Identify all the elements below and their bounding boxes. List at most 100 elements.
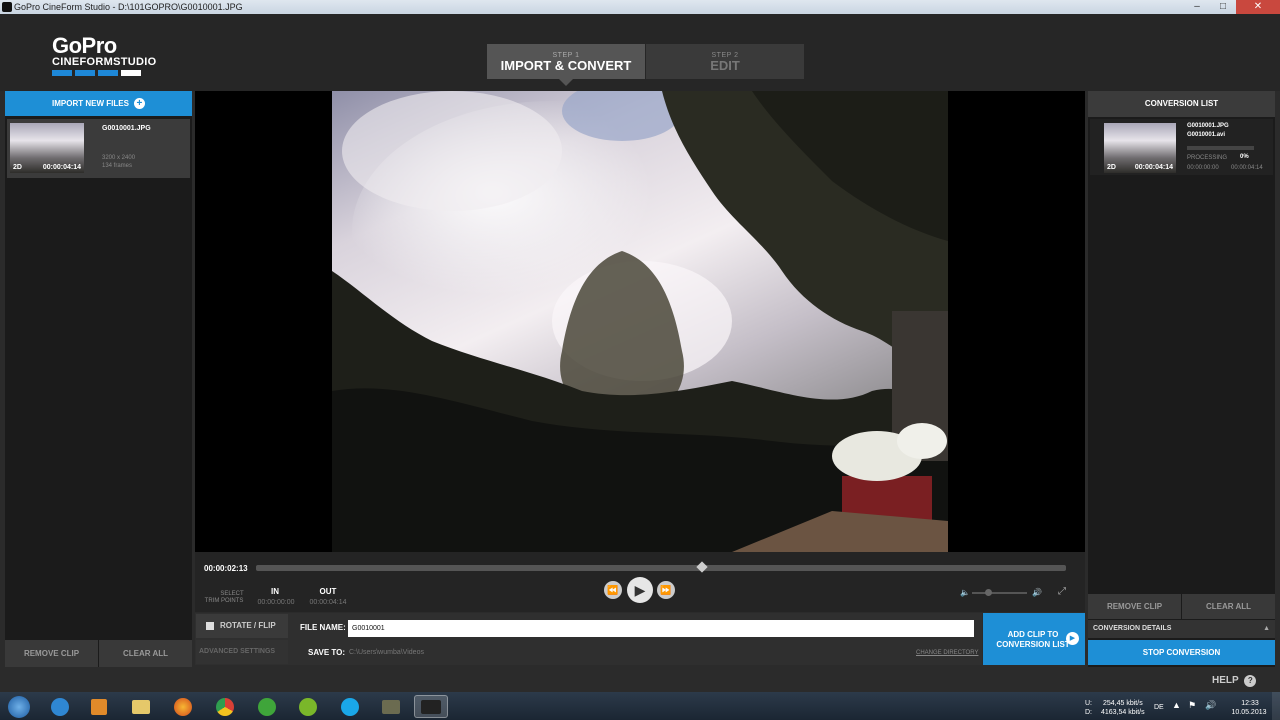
tab-import-convert[interactable]: STEP 1 IMPORT & CONVERT — [487, 44, 645, 79]
volume-icon[interactable]: 🔊 — [1205, 701, 1216, 710]
app-icon — [2, 2, 12, 12]
taskbar-cineform[interactable] — [414, 695, 448, 718]
logo-subtext: CINEFORMSTUDIO — [52, 56, 157, 68]
file-name-label: FILE NAME: — [300, 623, 346, 632]
clear-all-button[interactable]: CLEAR ALL — [99, 640, 192, 667]
logo-bars — [52, 70, 156, 76]
minimize-button[interactable]: – — [1184, 0, 1210, 14]
trim-points-label: TRIM POINTS — [204, 598, 244, 604]
tab-step-number: STEP 1 — [552, 52, 580, 59]
utorrent-icon — [258, 697, 276, 716]
taskbar-chrome[interactable] — [208, 695, 242, 718]
conversion-details-label: CONVERSION DETAILS — [1093, 625, 1172, 632]
conversion-thumbnail: 2D 00:00:04:14 — [1104, 123, 1176, 173]
taskbar-firefox[interactable] — [166, 695, 200, 718]
rotate-checkbox[interactable] — [206, 622, 214, 630]
volume-handle[interactable] — [985, 589, 992, 596]
conversion-duration: 00:00:04:14 — [1134, 164, 1173, 171]
play-icon: ▶ — [634, 582, 646, 598]
conversion-item[interactable]: 2D 00:00:04:14 G0010001.JPG G0010001.avi… — [1090, 119, 1273, 175]
taskbar-utorrent[interactable] — [250, 695, 284, 718]
preview-image — [332, 91, 948, 552]
media-player-icon — [91, 698, 107, 715]
fast-forward-icon: ⏩ — [660, 585, 672, 595]
firefox-icon — [174, 697, 192, 716]
in-value: 00:00:00:00 — [257, 599, 295, 606]
tab-label: IMPORT & CONVERT — [500, 58, 632, 73]
tab-label: EDIT — [710, 58, 740, 73]
rewind-icon: ⏪ — [607, 585, 619, 595]
rotate-flip-toggle[interactable]: ROTATE / FLIP — [196, 614, 288, 638]
spotify-icon — [299, 697, 317, 716]
import-new-files-button[interactable]: IMPORT NEW FILES + — [5, 91, 192, 116]
skype-icon — [341, 697, 359, 716]
out-label[interactable]: OUT — [308, 587, 348, 596]
preview-frame — [332, 91, 948, 552]
advanced-label: ADVANCED SETTINGS — [199, 648, 276, 655]
fullscreen-icon[interactable]: ⤢ — [1058, 586, 1066, 597]
stop-conversion-button[interactable]: STOP CONVERSION — [1088, 640, 1275, 665]
volume-high-icon: 🔊 — [1032, 588, 1042, 597]
tray-up-arrow-icon[interactable]: ▲ — [1172, 701, 1181, 710]
conversion-list-header: CONVERSION LIST — [1088, 91, 1275, 117]
rotate-label: ROTATE / FLIP — [220, 621, 276, 630]
chevron-up-icon: ▲ — [1263, 625, 1270, 632]
add-clip-line1: ADD CLIP TO — [1007, 630, 1059, 639]
help-link[interactable]: HELP ? — [1212, 675, 1257, 687]
tab-edit[interactable]: STEP 2 EDIT — [646, 44, 804, 79]
taskbar-ie[interactable] — [43, 695, 77, 718]
app-icon — [382, 699, 400, 714]
advanced-settings-button[interactable]: ADVANCED SETTINGS — [196, 640, 288, 664]
conversion-details-toggle[interactable]: CONVERSION DETAILS ▲ — [1088, 620, 1275, 638]
keyboard-language[interactable]: DE — [1154, 703, 1164, 712]
clip-item[interactable]: 2D 00:00:04:14 G0010001.JPG 3200 x 2400 … — [7, 119, 190, 178]
file-name-input[interactable] — [348, 620, 974, 637]
taskbar-skype[interactable] — [333, 695, 367, 718]
show-desktop-button[interactable] — [1272, 692, 1280, 720]
import-label: IMPORT NEW FILES — [52, 99, 129, 108]
clip-resolution: 3200 x 2400 — [102, 155, 136, 161]
net-up-label: U: — [1085, 700, 1092, 707]
taskbar-explorer[interactable] — [124, 695, 158, 718]
volume-slider[interactable] — [972, 592, 1027, 594]
clear-all-button[interactable]: CLEAR ALL — [1182, 594, 1275, 619]
maximize-button[interactable]: □ — [1210, 0, 1236, 14]
tab-step-number: STEP 2 — [711, 52, 739, 59]
clock-date[interactable]: 10.05.2013 — [1229, 708, 1269, 717]
rewind-button[interactable]: ⏪ — [604, 581, 622, 599]
current-timecode: 00:00:02:13 — [204, 564, 248, 573]
change-directory-link[interactable]: CHANGE DIRECTORY — [916, 650, 978, 656]
clock-time[interactable]: 12:33 — [1237, 699, 1263, 708]
action-center-icon[interactable]: ⚑ — [1188, 701, 1196, 710]
output-name: G0010001.avi — [1187, 132, 1226, 138]
close-button[interactable]: ✕ — [1236, 0, 1280, 14]
taskbar-media[interactable] — [82, 695, 116, 718]
chrome-icon — [216, 697, 234, 716]
taskbar-app[interactable] — [374, 695, 408, 718]
windows-logo-icon — [8, 695, 30, 718]
active-tab-indicator — [559, 79, 573, 86]
elapsed-time: 00:00:00:00 — [1187, 165, 1219, 171]
volume-low-icon: 🔈 — [960, 588, 970, 597]
clip-name: G0010001.JPG — [102, 125, 151, 132]
net-down-value: 4163,54 kbit/s — [1101, 709, 1145, 716]
remove-clip-button[interactable]: REMOVE CLIP — [5, 640, 98, 667]
save-to-label: SAVE TO: — [308, 648, 346, 657]
in-label[interactable]: IN — [255, 587, 295, 596]
help-icon: ? — [1244, 675, 1257, 687]
add-arrow-icon: ▶ — [1066, 632, 1079, 645]
fast-forward-button[interactable]: ⏩ — [657, 581, 675, 599]
conversion-progress-bar — [1187, 146, 1254, 150]
clip-frames: 134 frames — [102, 163, 133, 169]
add-clip-to-conversion-list-button[interactable]: ADD CLIP TO CONVERSION LIST ▶ — [983, 613, 1085, 665]
window-title: GoPro CineForm Studio - D:\101GOPRO\G001… — [14, 2, 243, 12]
start-button[interactable] — [2, 695, 36, 718]
save-to-path: C:\Users\wumba\Videos — [349, 649, 424, 656]
conversion-percent: 0% — [1240, 154, 1249, 160]
add-clip-line2: CONVERSION LIST — [996, 640, 1070, 649]
total-time: 00:00:04:14 — [1231, 165, 1263, 171]
remove-clip-button[interactable]: REMOVE CLIP — [1088, 594, 1181, 619]
scrub-bar[interactable] — [256, 565, 1066, 571]
taskbar-spotify[interactable] — [291, 695, 325, 718]
play-button[interactable]: ▶ — [627, 577, 653, 603]
